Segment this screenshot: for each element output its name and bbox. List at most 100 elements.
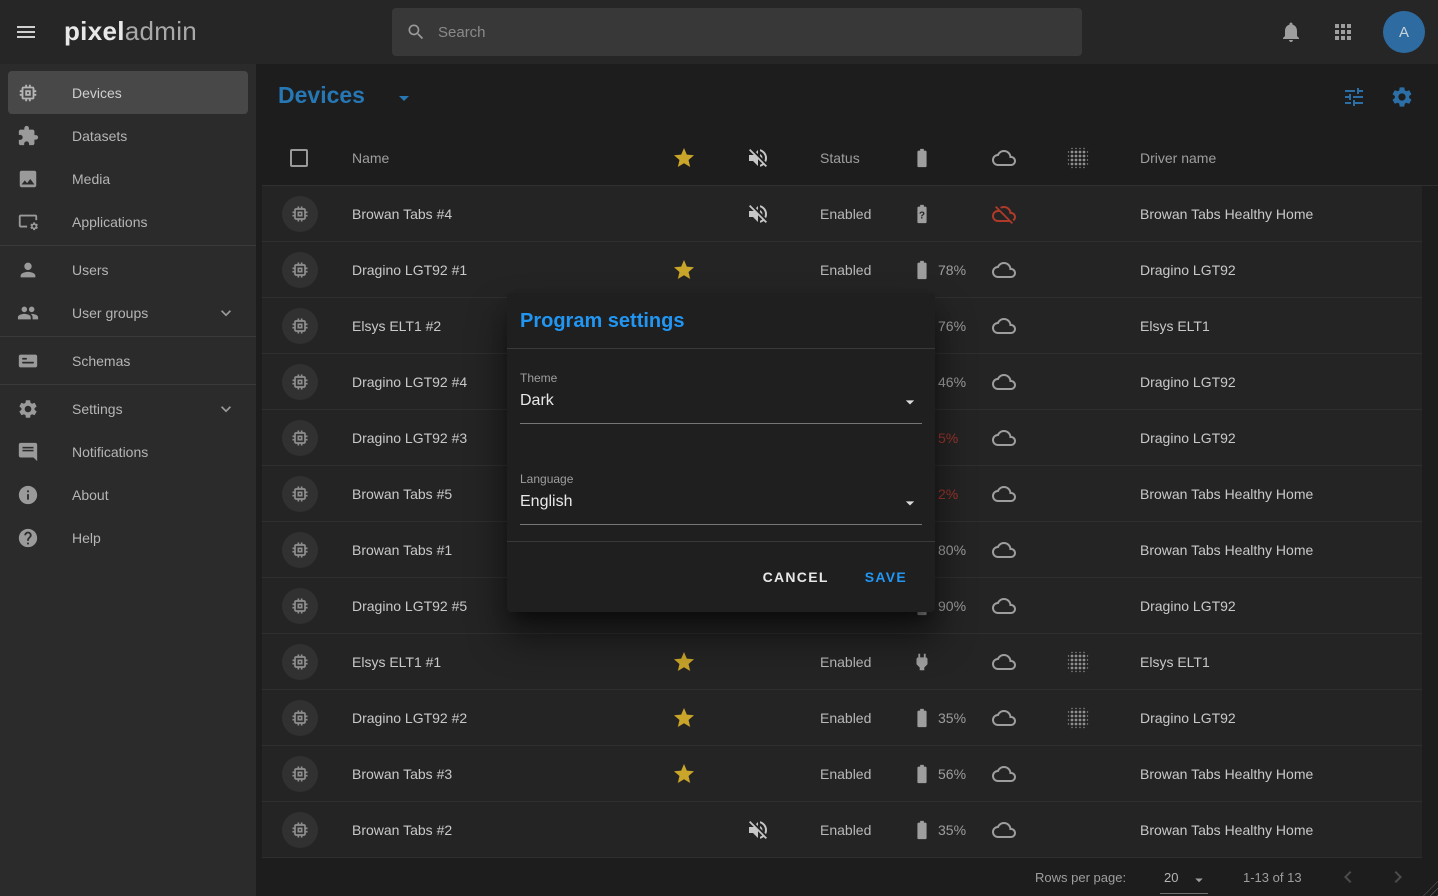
chip-icon — [290, 596, 310, 616]
column-header-battery-icon — [911, 147, 933, 169]
driver-name: Dragino LGT92 — [1140, 710, 1236, 726]
sidebar-item-label: Datasets — [72, 128, 127, 144]
device-avatar — [282, 308, 318, 344]
language-select[interactable]: English — [520, 491, 922, 525]
grid-dots-icon — [1066, 706, 1090, 730]
save-button[interactable]: SAVE — [865, 569, 907, 585]
sidebar-item-label: User groups — [72, 305, 148, 321]
sidebar-item-notifications[interactable]: Notifications — [8, 430, 248, 473]
device-status: Enabled — [820, 262, 871, 278]
favorite-star-icon[interactable] — [672, 706, 696, 730]
favorite-star-icon[interactable] — [672, 258, 696, 282]
driver-name: Dragino LGT92 — [1140, 598, 1236, 614]
app-logo-light: admin — [125, 16, 197, 46]
theme-select[interactable]: Dark — [520, 390, 922, 424]
device-avatar — [282, 364, 318, 400]
driver-name: Browan Tabs Healthy Home — [1140, 542, 1313, 558]
previous-page-icon[interactable] — [1336, 865, 1360, 889]
device-name: Browan Tabs #5 — [352, 486, 452, 502]
sidebar-item-devices[interactable]: Devices — [8, 71, 248, 114]
apps-grid-icon[interactable] — [1331, 20, 1355, 44]
column-header-grid-dots-icon — [1066, 146, 1090, 170]
chip-icon — [290, 820, 310, 840]
device-status: Enabled — [820, 710, 871, 726]
app-logo: pixeladmin — [64, 16, 197, 47]
sidebar-item-datasets[interactable]: Datasets — [8, 114, 248, 157]
sidebar-item-schemas[interactable]: Schemas — [8, 339, 248, 382]
rows-per-page-select[interactable]: 20 — [1160, 864, 1208, 894]
sidebar-item-user-groups[interactable]: User groups — [8, 291, 248, 334]
favorite-star-icon[interactable] — [672, 650, 696, 674]
device-avatar — [282, 644, 318, 680]
chat-icon — [17, 441, 39, 463]
settings-gear-icon[interactable] — [1390, 85, 1414, 109]
driver-name: Browan Tabs Healthy Home — [1140, 766, 1313, 782]
table-row[interactable]: Browan Tabs #4 Enabled Browan Tabs Healt… — [262, 186, 1422, 242]
cloud-status-icon — [992, 538, 1016, 562]
top-app-bar: pixeladmin A — [0, 0, 1438, 64]
driver-name: Elsys ELT1 — [1140, 318, 1210, 334]
menu-icon[interactable] — [14, 20, 38, 44]
sidebar-item-about[interactable]: About — [8, 473, 248, 516]
chip-icon — [290, 764, 310, 784]
rows-per-page-value: 20 — [1164, 870, 1178, 885]
sidebar-item-users[interactable]: Users — [8, 248, 248, 291]
topbar-actions: A — [1279, 0, 1425, 64]
favorite-star-icon[interactable] — [672, 762, 696, 786]
extension-icon — [17, 125, 39, 147]
device-status: Enabled — [820, 654, 871, 670]
cancel-button[interactable]: CANCEL — [763, 569, 829, 585]
sidebar-item-media[interactable]: Media — [8, 157, 248, 200]
user-avatar[interactable]: A — [1383, 11, 1425, 53]
table-row[interactable]: Dragino LGT92 #2 Enabled 35% Dragino LGT… — [262, 690, 1422, 746]
sidebar-item-applications[interactable]: Applications — [8, 200, 248, 243]
sidebar-item-label: Applications — [72, 214, 148, 230]
device-name: Elsys ELT1 #1 — [352, 654, 441, 670]
memory-chip-icon — [17, 82, 39, 104]
device-status: Enabled — [820, 206, 871, 222]
device-avatar — [282, 700, 318, 736]
sidebar-item-label: Settings — [72, 401, 123, 417]
cloud-status-icon — [992, 818, 1016, 842]
app-logo-bold: pixel — [64, 16, 125, 46]
column-header-muted-icon — [746, 146, 770, 170]
table-row[interactable]: Elsys ELT1 #1 Enabled Elsys ELT1 — [262, 634, 1422, 690]
column-header-favorite-star-icon — [672, 146, 696, 170]
sidebar-item-settings[interactable]: Settings — [8, 387, 248, 430]
sidebar-item-help[interactable]: Help — [8, 516, 248, 559]
device-avatar — [282, 756, 318, 792]
sidebar-item-label: Devices — [72, 85, 122, 101]
table-row[interactable]: Dragino LGT92 #1 Enabled 78% Dragino LGT… — [262, 242, 1422, 298]
device-name: Browan Tabs #3 — [352, 766, 452, 782]
dialog-body: Theme Dark Language English — [507, 371, 935, 525]
driver-name: Browan Tabs Healthy Home — [1140, 822, 1313, 838]
battery-icon — [911, 203, 933, 225]
chip-icon — [290, 708, 310, 728]
cloud-status-icon — [992, 258, 1016, 282]
column-header-driver: Driver name — [1140, 150, 1216, 166]
page-title[interactable]: Devices — [278, 82, 365, 109]
select-all-checkbox[interactable] — [290, 149, 308, 167]
sidebar-divider — [0, 384, 256, 385]
notifications-bell-icon[interactable] — [1279, 20, 1303, 44]
program-settings-dialog: Program settings Theme Dark Language Eng… — [507, 293, 935, 612]
search-input[interactable] — [438, 24, 1082, 41]
chip-icon — [290, 484, 310, 504]
language-label: Language — [520, 472, 922, 486]
next-page-icon[interactable] — [1386, 865, 1410, 889]
sidebar-item-label: Help — [72, 530, 101, 546]
language-caret-icon — [900, 493, 920, 513]
search-bar — [392, 8, 1082, 56]
cloud-status-icon — [992, 762, 1016, 786]
battery-icon — [911, 259, 933, 281]
table-row[interactable]: Browan Tabs #3 Enabled 56% Browan Tabs H… — [262, 746, 1422, 802]
device-avatar — [282, 588, 318, 624]
battery-percent: 56% — [938, 766, 966, 782]
muted-icon — [746, 202, 770, 226]
sidebar-divider — [0, 336, 256, 337]
chip-icon — [290, 428, 310, 448]
title-dropdown-caret-icon[interactable] — [392, 86, 416, 110]
header-actions — [1342, 85, 1414, 109]
table-row[interactable]: Browan Tabs #2 Enabled 35% Browan Tabs H… — [262, 802, 1422, 858]
filter-tune-icon[interactable] — [1342, 85, 1366, 109]
